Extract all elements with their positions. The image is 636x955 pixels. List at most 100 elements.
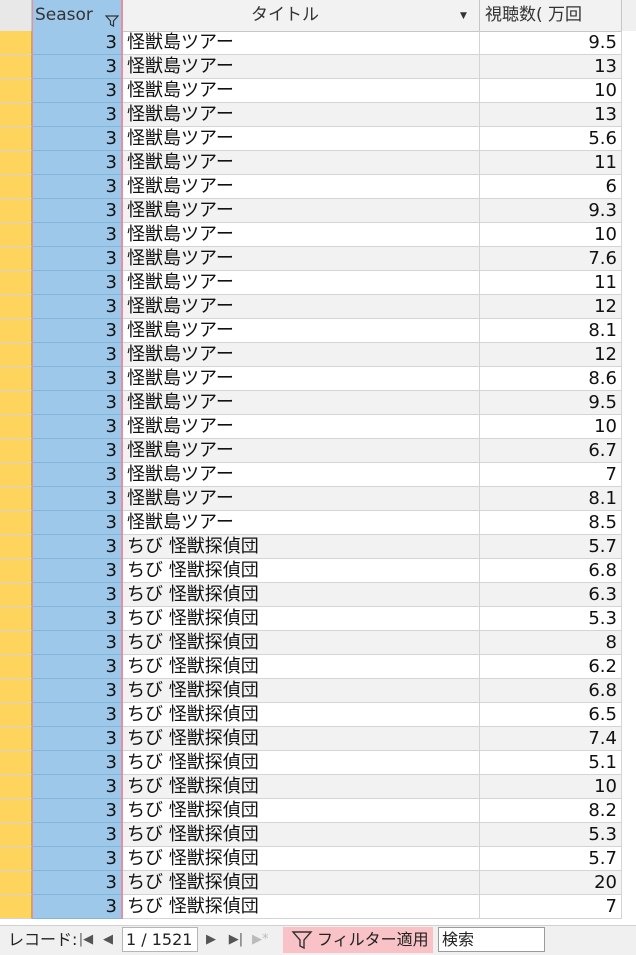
- table-row[interactable]: 3 怪獣島ツアー 13: [0, 103, 636, 127]
- record-selector[interactable]: [0, 391, 32, 415]
- record-selector[interactable]: [0, 631, 32, 655]
- cell-views[interactable]: 7: [480, 463, 622, 487]
- cell-season[interactable]: 3: [32, 631, 123, 655]
- record-selector[interactable]: [0, 127, 32, 151]
- record-selector[interactable]: [0, 535, 32, 559]
- cell-season[interactable]: 3: [32, 199, 123, 223]
- cell-title[interactable]: 怪獣島ツアー: [123, 295, 480, 319]
- cell-views[interactable]: 10: [480, 79, 622, 103]
- record-selector[interactable]: [0, 319, 32, 343]
- cell-views[interactable]: 11: [480, 151, 622, 175]
- record-selector[interactable]: [0, 343, 32, 367]
- cell-season[interactable]: 3: [32, 679, 123, 703]
- table-row[interactable]: 3 ちび 怪獣探偵団 8: [0, 631, 636, 655]
- cell-season[interactable]: 3: [32, 583, 123, 607]
- cell-title[interactable]: 怪獣島ツアー: [123, 151, 480, 175]
- table-row[interactable]: 3 ちび 怪獣探偵団 6.2: [0, 655, 636, 679]
- cell-views[interactable]: 8.1: [480, 487, 622, 511]
- first-record-icon[interactable]: |◀: [78, 926, 94, 953]
- cell-season[interactable]: 3: [32, 799, 123, 823]
- cell-season[interactable]: 3: [32, 871, 123, 895]
- cell-views[interactable]: 12: [480, 295, 622, 319]
- cell-season[interactable]: 3: [32, 751, 123, 775]
- previous-record-icon[interactable]: ◀: [100, 926, 116, 953]
- cell-title[interactable]: 怪獣島ツアー: [123, 247, 480, 271]
- table-row[interactable]: 3 怪獣島ツアー 8.1: [0, 487, 636, 511]
- cell-views[interactable]: 8.5: [480, 511, 622, 535]
- cell-title[interactable]: 怪獣島ツアー: [123, 223, 480, 247]
- record-selector[interactable]: [0, 871, 32, 895]
- cell-views[interactable]: 6.2: [480, 655, 622, 679]
- cell-season[interactable]: 3: [32, 487, 123, 511]
- cell-title[interactable]: ちび 怪獣探偵団: [123, 703, 480, 727]
- record-selector[interactable]: [0, 823, 32, 847]
- table-row[interactable]: 3 ちび 怪獣探偵団 6.8: [0, 679, 636, 703]
- cell-title[interactable]: ちび 怪獣探偵団: [123, 775, 480, 799]
- cell-title[interactable]: 怪獣島ツアー: [123, 319, 480, 343]
- cell-views[interactable]: 9.5: [480, 391, 622, 415]
- cell-season[interactable]: 3: [32, 319, 123, 343]
- cell-views[interactable]: 6.5: [480, 703, 622, 727]
- table-row[interactable]: 3 怪獣島ツアー 8.1: [0, 319, 636, 343]
- record-selector[interactable]: [0, 703, 32, 727]
- cell-title[interactable]: 怪獣島ツアー: [123, 415, 480, 439]
- cell-season[interactable]: 3: [32, 223, 123, 247]
- record-selector[interactable]: [0, 103, 32, 127]
- table-row[interactable]: 3 ちび 怪獣探偵団 7.4: [0, 727, 636, 751]
- cell-title[interactable]: ちび 怪獣探偵団: [123, 655, 480, 679]
- cell-views[interactable]: 10: [480, 415, 622, 439]
- cell-season[interactable]: 3: [32, 79, 123, 103]
- record-selector[interactable]: [0, 199, 32, 223]
- cell-views[interactable]: 13: [480, 103, 622, 127]
- cell-season[interactable]: 3: [32, 391, 123, 415]
- cell-title[interactable]: ちび 怪獣探偵団: [123, 871, 480, 895]
- table-row[interactable]: 3 怪獣島ツアー 8.6: [0, 367, 636, 391]
- cell-season[interactable]: 3: [32, 703, 123, 727]
- cell-title[interactable]: 怪獣島ツアー: [123, 439, 480, 463]
- table-row[interactable]: 3 怪獣島ツアー 6: [0, 175, 636, 199]
- cell-title[interactable]: 怪獣島ツアー: [123, 367, 480, 391]
- filter-toggle-button[interactable]: フィルター適用: [283, 927, 433, 953]
- record-selector[interactable]: [0, 367, 32, 391]
- record-selector[interactable]: [0, 55, 32, 79]
- record-selector[interactable]: [0, 439, 32, 463]
- cell-views[interactable]: 5.3: [480, 823, 622, 847]
- record-selector[interactable]: [0, 727, 32, 751]
- cell-title[interactable]: ちび 怪獣探偵団: [123, 583, 480, 607]
- filter-applied-icon[interactable]: [104, 8, 120, 31]
- table-row[interactable]: 3 ちび 怪獣探偵団 5.3: [0, 607, 636, 631]
- cell-views[interactable]: 8.2: [480, 799, 622, 823]
- record-selector[interactable]: [0, 607, 32, 631]
- cell-views[interactable]: 5.7: [480, 535, 622, 559]
- cell-season[interactable]: 3: [32, 271, 123, 295]
- table-row[interactable]: 3 怪獣島ツアー 10: [0, 79, 636, 103]
- table-row[interactable]: 3 怪獣島ツアー 7.6: [0, 247, 636, 271]
- cell-season[interactable]: 3: [32, 415, 123, 439]
- cell-views[interactable]: 7.6: [480, 247, 622, 271]
- new-record-icon[interactable]: ▶*: [252, 926, 269, 953]
- cell-season[interactable]: 3: [32, 463, 123, 487]
- record-selector[interactable]: [0, 775, 32, 799]
- cell-season[interactable]: 3: [32, 295, 123, 319]
- table-row[interactable]: 3 怪獣島ツアー 9.3: [0, 199, 636, 223]
- cell-views[interactable]: 7: [480, 895, 622, 919]
- cell-season[interactable]: 3: [32, 103, 123, 127]
- cell-title[interactable]: 怪獣島ツアー: [123, 199, 480, 223]
- record-selector[interactable]: [0, 511, 32, 535]
- cell-title[interactable]: 怪獣島ツアー: [123, 127, 480, 151]
- cell-season[interactable]: 3: [32, 607, 123, 631]
- cell-season[interactable]: 3: [32, 151, 123, 175]
- search-input[interactable]: 検索: [438, 927, 545, 952]
- table-row[interactable]: 3 怪獣島ツアー 11: [0, 271, 636, 295]
- table-row[interactable]: 3 怪獣島ツアー 9.5: [0, 391, 636, 415]
- cell-views[interactable]: 8: [480, 631, 622, 655]
- cell-title[interactable]: ちび 怪獣探偵団: [123, 895, 480, 919]
- cell-title[interactable]: 怪獣島ツアー: [123, 487, 480, 511]
- record-selector[interactable]: [0, 151, 32, 175]
- record-selector[interactable]: [0, 175, 32, 199]
- cell-title[interactable]: 怪獣島ツアー: [123, 79, 480, 103]
- cell-views[interactable]: 9.3: [480, 199, 622, 223]
- cell-season[interactable]: 3: [32, 127, 123, 151]
- record-selector[interactable]: [0, 799, 32, 823]
- cell-views[interactable]: 7.4: [480, 727, 622, 751]
